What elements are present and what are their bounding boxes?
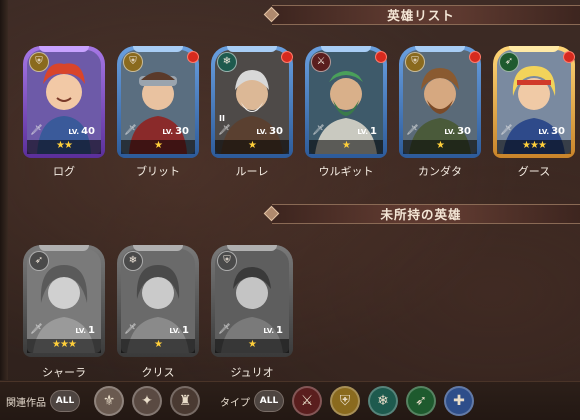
type-filter-bow-icon[interactable]: ➶ xyxy=(406,386,436,416)
section-title: 未所持の英雄 xyxy=(380,206,462,222)
work-filter-1-icon[interactable]: ⚜ xyxy=(94,386,124,416)
hero-card-giulio[interactable]: ⛨ 🗡 LV. 1 ★ xyxy=(211,245,293,357)
bow-icon: ➶ xyxy=(29,251,49,271)
star-rating: ★★★ xyxy=(52,339,77,350)
star-rating: ★ xyxy=(248,339,257,350)
sword-icon: 🗡 xyxy=(124,324,137,335)
type-filter-shield-icon[interactable]: ⛨ xyxy=(330,386,360,416)
sword-icon: 🗡 xyxy=(30,324,43,335)
section-header-unowned: 未所持の英雄 xyxy=(262,202,580,224)
sword-icon: 🗡 xyxy=(500,125,513,136)
hero-name: クリス xyxy=(141,366,175,379)
level-label: LV. 1 xyxy=(169,325,189,336)
hero-card-roure[interactable]: ❄ II 🗡 LV. 30 ★ xyxy=(211,46,293,158)
hero-card-urgit[interactable]: ⚔ 🗡 LV. 1 ★ xyxy=(305,46,387,158)
hero-name: ルーレ xyxy=(235,165,269,178)
type-filter-sword-icon[interactable]: ⚔ xyxy=(292,386,322,416)
hero-card-shara[interactable]: ➶ 🗡 LV. 1 ★★★ xyxy=(23,245,105,357)
hero-card-brit[interactable]: ⛨ 🗡 LV. 30 ★ xyxy=(117,46,199,158)
star-rating: ★★ xyxy=(56,140,73,151)
type-label: タイプ xyxy=(220,397,250,409)
shield-crest-icon: ⛨ xyxy=(123,52,143,72)
section-title: 英雄リスト xyxy=(387,7,455,23)
related-works-label: 関連作品 xyxy=(6,397,46,409)
level-label: LV. 30 xyxy=(162,126,189,137)
section-header-owned: 英雄リスト xyxy=(262,3,580,25)
hero-name: ログ xyxy=(53,165,75,178)
sword-icon: 🗡 xyxy=(124,125,137,136)
hero-card-rog[interactable]: ⛨ 🗡 LV. 40 ★★ xyxy=(23,46,105,158)
hero-name: シャーラ xyxy=(42,366,86,379)
shield-crest-icon: ⛨ xyxy=(217,251,237,271)
level-label: LV. 30 xyxy=(538,126,565,137)
hero-name: ウルギット xyxy=(318,165,374,178)
work-filter-3-icon[interactable]: ♜ xyxy=(170,386,200,416)
new-badge xyxy=(375,51,387,63)
new-badge xyxy=(563,51,575,63)
hero-card-chris[interactable]: ❄ 🗡 LV. 1 ★ xyxy=(117,245,199,357)
star-rating: ★ xyxy=(248,140,257,151)
bow-icon: ➶ xyxy=(499,52,519,72)
sword-icon: 🗡 xyxy=(30,125,43,136)
work-filter-2-icon[interactable]: ✦ xyxy=(132,386,162,416)
level-label: LV. 1 xyxy=(357,126,377,137)
works-all-button[interactable]: ALL xyxy=(50,390,80,412)
level-label: LV. 30 xyxy=(256,126,283,137)
sword-icon: 🗡 xyxy=(406,125,419,136)
hero-card-kandata[interactable]: ⛨ 🗡 LV. 30 ★ xyxy=(399,46,481,158)
sword-icon: ⚔ xyxy=(311,52,331,72)
star-rating: ★★★ xyxy=(522,140,547,151)
star-rating: ★ xyxy=(154,140,163,151)
filter-bar: 関連作品 ALL ⚜ ✦ ♜ タイプ ALL ⚔ ⛨ ❄ ➶ ✚ xyxy=(0,381,580,420)
star-rating: ★ xyxy=(154,339,163,350)
star-rating: ★ xyxy=(342,140,351,151)
new-badge xyxy=(469,51,481,63)
snowflake-icon: ❄ xyxy=(123,251,143,271)
type-filter-snowflake-icon[interactable]: ❄ xyxy=(368,386,398,416)
shield-crest-icon: ⛨ xyxy=(29,52,49,72)
sword-icon: 🗡 xyxy=(218,125,231,136)
level-label: LV. 30 xyxy=(444,126,471,137)
type-all-button[interactable]: ALL xyxy=(254,390,284,412)
level-label: LV. 1 xyxy=(75,325,95,336)
hero-name: カンダタ xyxy=(418,165,462,178)
snowflake-icon: ❄ xyxy=(217,52,237,72)
level-label: LV. 40 xyxy=(68,126,95,137)
new-badge xyxy=(281,51,293,63)
hero-name: ブリット xyxy=(136,165,180,178)
hero-name: ジュリオ xyxy=(230,366,274,379)
level-label: LV. 1 xyxy=(263,325,283,336)
type-filter-cross-star-icon[interactable]: ✚ xyxy=(444,386,474,416)
hero-card-goose[interactable]: ➶ 🗡 LV. 30 ★★★ xyxy=(493,46,575,158)
pause-icon: II xyxy=(219,114,225,123)
sword-icon: 🗡 xyxy=(218,324,231,335)
left-frame xyxy=(0,0,8,380)
new-badge xyxy=(187,51,199,63)
hero-name: グース xyxy=(517,165,551,178)
shield-crest-icon: ⛨ xyxy=(405,52,425,72)
star-rating: ★ xyxy=(436,140,445,151)
sword-icon: 🗡 xyxy=(312,125,325,136)
